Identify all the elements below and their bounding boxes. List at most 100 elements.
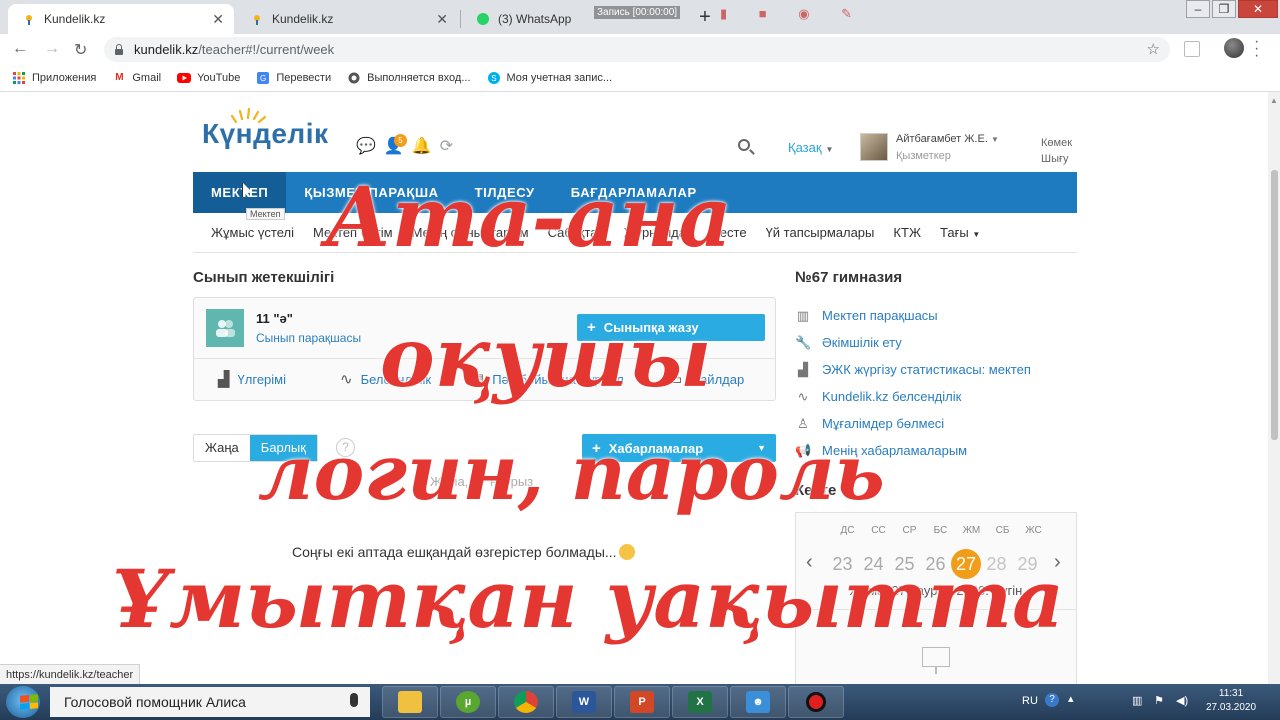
class-progress-link[interactable]: ▟ Үлгерімі [218,370,286,388]
user-name[interactable]: Айтбағамбет Ж.Е. ▼ [896,133,999,145]
tray-help-icon[interactable]: ? [1045,693,1059,707]
stats-icon: ▟ [798,361,808,377]
bookmark-apps[interactable]: Приложения [12,71,96,85]
browser-menu-icon[interactable]: · · · [1254,34,1259,64]
url-path: /teacher#!/current/week [198,42,335,57]
site-logo[interactable]: Күнделік [202,118,329,150]
voice-assistant-label: Голосовой помощник Алиса [64,694,246,710]
taskbar-explorer[interactable] [382,686,438,718]
scroll-up-icon[interactable]: ▲ [1270,96,1278,105]
user-avatar[interactable] [860,133,888,161]
reload-icon[interactable]: ↻ [74,40,87,60]
chevron-down-icon: ▼ [825,145,834,154]
browser-tab-strip: Kundelik.kz ✕ Kundelik.kz ✕ (3) WhatsApp… [0,0,1280,34]
class-section-title: Сынып жетекшілігі [193,269,335,286]
notification-badge: 5 [394,134,407,147]
school-link-activity[interactable]: ∿ Kundelik.kz белсенділік [795,383,1031,410]
clock-time: 11:31 [1218,688,1244,699]
subnav-more[interactable]: Тағы ▼ [940,225,980,240]
window-close-icon[interactable]: ✕ [1238,0,1278,18]
gmail-icon: M [115,72,124,83]
flag-tray-icon[interactable]: ⚑ [1154,694,1164,707]
network-icon[interactable]: ▥ [1132,694,1142,707]
subnav-ktzh[interactable]: КТЖ [893,225,921,240]
recording-label: Запись [00:00:00] [594,6,681,19]
voice-assistant-search[interactable]: Голосовой помощник Алиса [50,687,370,717]
tab-close-icon[interactable]: ✕ [212,11,224,28]
globe-icon [347,71,361,85]
new-tab-button[interactable]: + [694,7,716,29]
maximize-icon[interactable]: ❐ [1212,0,1236,18]
youtube-icon [177,71,192,85]
svg-text:G: G [260,74,266,83]
microphone-icon[interactable] [350,693,358,707]
taskbar-chrome[interactable] [498,686,554,718]
url-bar[interactable]: kundelik.kz/teacher#!/current/week ☆ [104,37,1170,62]
help-link[interactable]: Көмек [1041,135,1072,151]
browser-tab-kundelik-2[interactable]: Kundelik.kz ✕ [236,4,458,34]
kundelik-favicon-icon [250,12,264,26]
address-toolbar: ← → ↻ kundelik.kz/teacher#!/current/week… [0,34,1280,64]
class-name[interactable]: 11 "ә" [256,311,293,326]
bookmark-label: Перевести [276,71,332,84]
taskbar-powerpoint[interactable]: P [614,686,670,718]
school-link-admin[interactable]: 🔧 Әкімшілік ету [795,329,1031,356]
bookmark-signin[interactable]: Выполняется вход... [347,71,471,85]
weekday-label: ЖМ [962,525,981,536]
volume-icon[interactable]: ◀) [1176,694,1188,707]
refresh-icon[interactable]: ⟳ [440,136,453,156]
language-indicator[interactable]: RU [1022,695,1038,707]
filter-new-button[interactable]: Жаңа [194,435,250,461]
extension-icon[interactable] [1184,41,1200,57]
taskbar-excel[interactable]: X [672,686,728,718]
school-link-label: Kundelik.kz белсенділік [822,389,962,404]
subnav-desktop[interactable]: Жұмыс үстелі [211,225,294,240]
weekday-label: БС [933,525,948,536]
nav-school[interactable]: МЕКТЕП [193,172,287,213]
taskbar-word[interactable]: W [556,686,612,718]
school-link-page[interactable]: ▥ Мектеп парақшасы [795,302,1031,329]
weekday-label: СС [871,525,886,536]
search-icon[interactable] [738,139,750,151]
tray-expand-icon[interactable]: ▴ [1068,692,1074,705]
bell-icon[interactable]: 🔔 [412,136,432,156]
taskbar-recorder[interactable] [788,686,844,718]
record-icon [806,692,826,712]
bookmark-label: Gmail [132,71,162,84]
bookmark-label: YouTube [197,71,241,84]
profile-avatar[interactable] [1224,38,1244,58]
forward-arrow-icon[interactable]: → [44,40,60,58]
subnav-homework[interactable]: Үй тапсырмалары [766,225,875,240]
logout-link[interactable]: Шығу [1041,151,1072,167]
whatsapp-favicon-icon [476,12,490,26]
translate-icon: G [256,71,270,85]
chevron-down-icon: ▼ [990,135,999,144]
language-switcher[interactable]: Қазақ ▼ [788,140,833,155]
scrollbar-thumb[interactable] [1271,170,1278,440]
bookmark-translate[interactable]: G Перевести [256,71,331,85]
start-button[interactable] [6,686,40,718]
bookmark-star-icon[interactable]: ☆ [1147,40,1160,58]
page-scrollbar[interactable]: ▲ [1268,92,1280,686]
minimize-icon[interactable]: – [1186,0,1210,18]
browser-tab-kundelik-1[interactable]: Kundelik.kz ✕ [8,4,234,34]
weekday-label: ДС [840,525,855,536]
weekday-label: ЖС [1025,525,1042,536]
taskbar-utorrent[interactable]: µ [440,686,496,718]
bookmark-label: Моя учетная запис... [506,71,613,84]
bookmark-account[interactable]: S Моя учетная запис... [487,71,613,85]
browser-tab-whatsapp[interactable]: (3) WhatsApp [462,4,586,34]
school-link-statistics[interactable]: ▟ ЭЖК жүргізу статистикасы: мектеп [795,356,1031,383]
bookmark-gmail[interactable]: M Gmail [112,71,161,85]
class-page-link[interactable]: Сынып парақшасы [256,331,361,345]
back-arrow-icon[interactable]: ← [12,40,28,58]
school-link-label: ЭЖК жүргізу статистикасы: мектеп [822,362,1031,377]
weekday-headers: ДС СС СР БС ЖМ СБ ЖС [832,525,1049,536]
bookmark-youtube[interactable]: YouTube [177,71,240,85]
chat-icon[interactable]: 💬 [356,136,376,156]
taskbar-game[interactable]: ☻ [730,686,786,718]
system-clock[interactable]: 11:31 27.03.2020 [1206,687,1256,715]
tab-close-icon[interactable]: ✕ [436,11,448,28]
recorder-controls[interactable]: ▮ ■ ◉ ✎ [720,6,866,22]
help-links: Көмек Шығу [1041,135,1072,167]
